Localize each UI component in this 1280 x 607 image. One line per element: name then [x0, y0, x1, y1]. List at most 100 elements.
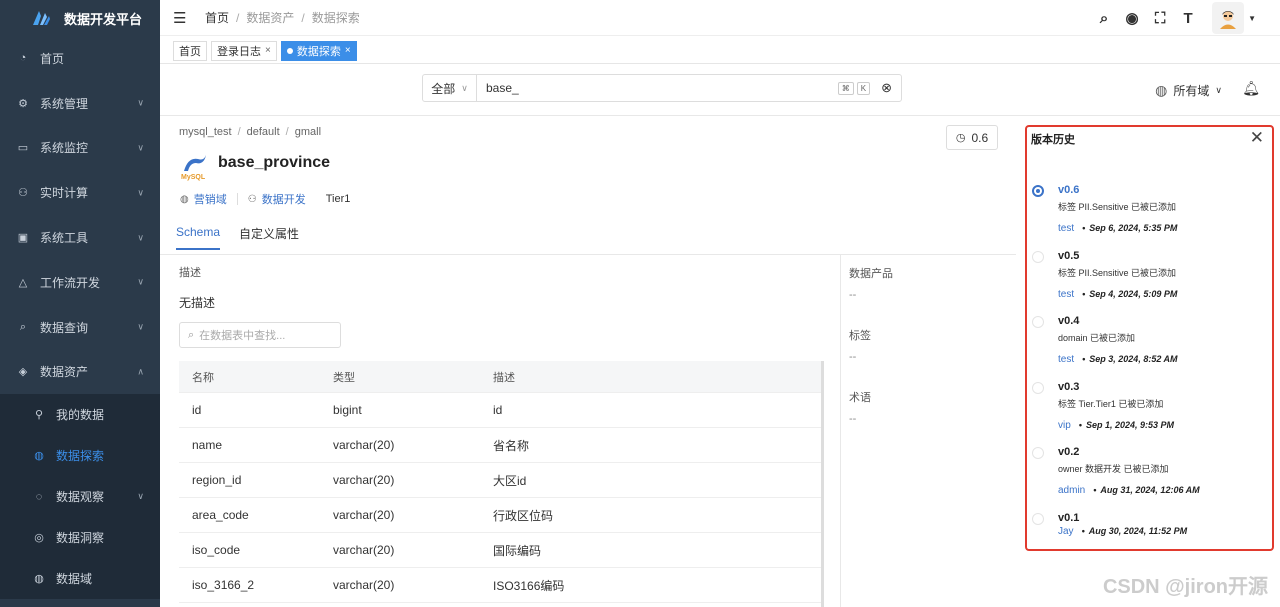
search-icon: ⌕	[188, 328, 195, 341]
sidebar-subitem[interactable]: ◍ 数据探索	[0, 435, 160, 476]
sidebar-subitem-label: 数据域	[56, 572, 93, 587]
path-item[interactable]: default	[247, 126, 280, 138]
version-user[interactable]: test Sep 6, 2024, 5:35 PM	[1058, 223, 1177, 234]
sidebar-item-label: 系统监控	[40, 141, 89, 156]
app-logo[interactable]: 数据开发平台	[0, 0, 160, 36]
version-date: Aug 30, 2024, 11:52 PM	[1082, 526, 1188, 536]
path-item[interactable]: mysql_test	[179, 126, 232, 138]
version-user[interactable]: Jay Aug 30, 2024, 11:52 PM	[1058, 526, 1187, 537]
page-tab[interactable]: 数据探索 ×	[280, 40, 357, 61]
side-meta-label: 术语	[849, 392, 871, 404]
sidebar-subitem-label: 数据洞察	[56, 531, 105, 546]
sidebar-item[interactable]: △ 工作流开发 ∨	[0, 260, 160, 305]
sidebar-item[interactable]: ⌕ 数据查询 ∨	[0, 305, 160, 350]
table-row[interactable]: area_code varchar(20) 行政区位码	[179, 498, 821, 533]
panel-title: 版本历史	[1031, 134, 1075, 146]
breadcrumb-item[interactable]: 数据资产	[246, 9, 294, 26]
path-separator: /	[285, 126, 289, 138]
page-tab[interactable]: 首页	[173, 40, 207, 61]
description-label: 描述	[179, 267, 201, 279]
version-entry[interactable]: v0.4 domain 已被已添加 test Sep 3, 2024, 8:52 AM	[1027, 313, 1272, 379]
close-icon[interactable]: ✕	[1250, 128, 1264, 148]
close-icon[interactable]: ×	[345, 45, 351, 56]
observe-icon: ◌	[35, 490, 43, 503]
app-title: 数据开发平台	[64, 11, 143, 27]
search-scope-select[interactable]: 全部 ∨	[423, 75, 477, 101]
header-actions: ⌕ ◉ ⛶ T ▼	[1086, 0, 1256, 36]
menu-toggle-icon[interactable]: ☰	[173, 9, 191, 27]
version-date: Sep 6, 2024, 5:35 PM	[1082, 223, 1177, 233]
version-number: v0.6	[1058, 184, 1080, 196]
sidebar-item[interactable]: ⚇ 实时计算 ∨	[0, 170, 160, 215]
search-input[interactable]: base_	[477, 81, 838, 95]
table-row[interactable]: id bigint id	[179, 393, 821, 428]
table-row[interactable]: region_id varchar(20) 大区id	[179, 463, 821, 498]
version-entry[interactable]: v0.5 标签 PII.Sensitive 已被已添加 test Sep 4, 202…	[1027, 248, 1272, 314]
breadcrumb-separator: /	[301, 10, 305, 25]
avatar-dropdown-icon[interactable]: ▼	[1248, 14, 1256, 23]
version-entry[interactable]: v0.6 标签 PII.Sensitive 已被已添加 test Sep 6, 202…	[1027, 182, 1272, 248]
search-bar-area: 全部 ∨ base_ ⌘ K ⊗ ◍ 所有域 ∨ 🔔︎	[160, 64, 1280, 116]
version-entry[interactable]: v0.2 owner 数据开发 已被已添加 admin Aug 31, 2024, 1…	[1027, 444, 1272, 510]
version-user[interactable]: test Sep 3, 2024, 8:52 AM	[1058, 354, 1178, 365]
version-user[interactable]: vip Sep 1, 2024, 9:53 PM	[1058, 420, 1174, 431]
version-number: v0.2	[1058, 446, 1080, 458]
bell-icon[interactable]: 🔔︎	[1242, 80, 1260, 97]
chevron-down-icon: ∨	[137, 276, 144, 287]
table-owner[interactable]: ⚇ 数据开发	[248, 191, 306, 207]
description-value: 无描述	[179, 296, 216, 310]
table-domain[interactable]: ◍ 营销域	[180, 191, 227, 207]
version-description: owner 数据开发 已被已添加	[1058, 464, 1169, 474]
sidebar-item[interactable]: ⚙ 系统管理 ∨	[0, 81, 160, 126]
version-radio[interactable]	[1032, 512, 1044, 525]
fullscreen-icon[interactable]: ⛶	[1150, 10, 1170, 27]
font-size-icon[interactable]: T	[1178, 10, 1198, 27]
tab-custom-properties[interactable]: 自定义属性	[239, 225, 299, 250]
path-item[interactable]: gmall	[295, 126, 321, 138]
domain-select[interactable]: ◍ 所有域 ∨	[1155, 82, 1222, 99]
version-radio[interactable]	[1032, 250, 1044, 263]
table-meta: ◍ 营销域 ⚇ 数据开发 Tier1	[180, 191, 350, 207]
table-row[interactable]: iso_code varchar(20) 国际编码	[179, 533, 821, 568]
github-icon[interactable]: ◉	[1122, 9, 1142, 27]
page-tab[interactable]: 登录日志 ×	[211, 40, 277, 61]
column-name: iso_3166_2	[192, 578, 255, 592]
version-entry[interactable]: v0.3 标签 Tier.Tier1 已被已添加 vip Sep 1, 2024, 9…	[1027, 379, 1272, 445]
version-radio[interactable]	[1032, 447, 1044, 459]
sidebar-subitem[interactable]: ◎ 数据洞察	[0, 517, 160, 558]
sidebar-subitem[interactable]: ◍ 数据域	[0, 558, 160, 599]
version-radio[interactable]	[1032, 381, 1044, 394]
column-type: varchar(20)	[333, 543, 395, 557]
version-history-button[interactable]: ◷ 0.6	[946, 125, 998, 150]
clear-icon[interactable]: ⊗	[881, 80, 892, 96]
sidebar-item[interactable]: ▭ 系统监控 ∨	[0, 126, 160, 171]
column-search-input[interactable]: ⌕ 在数据表中查找...	[179, 322, 341, 348]
sidebar-subitem[interactable]: ◌ 数据观察 ∨	[0, 476, 160, 517]
close-icon[interactable]: ×	[265, 45, 271, 56]
version-radio[interactable]	[1032, 316, 1044, 328]
sidebar-item[interactable]: ◔ 首页	[0, 36, 160, 81]
sidebar-item-label: 数据查询	[40, 320, 89, 335]
version-user[interactable]: test Sep 4, 2024, 5:09 PM	[1058, 289, 1177, 300]
scrollbar[interactable]	[821, 361, 824, 607]
side-meta-value: --	[849, 351, 857, 363]
tab-schema[interactable]: Schema	[176, 225, 221, 250]
search-icon[interactable]: ⌕	[1094, 10, 1114, 27]
breadcrumb-item[interactable]: 首页	[205, 9, 229, 26]
table-row[interactable]: name varchar(20) 省名称	[179, 428, 821, 463]
sidebar-item[interactable]: ◈ 数据资产 ∧	[0, 350, 160, 395]
version-date: Aug 31, 2024, 12:06 AM	[1093, 485, 1199, 495]
chevron-down-icon: ∨	[137, 232, 144, 243]
page-tab-label: 首页	[179, 45, 201, 58]
domain-icon: ◍	[34, 573, 44, 586]
version-entry[interactable]: v0.1Jay Aug 30, 2024, 11:52 PM	[1027, 510, 1272, 576]
table-row[interactable]: iso_3166_2 varchar(20) ISO3166编码	[179, 568, 821, 603]
version-radio[interactable]	[1032, 185, 1044, 197]
avatar[interactable]	[1212, 2, 1245, 34]
sidebar-subitem-label: 数据观察	[56, 490, 105, 505]
sidebar-subitem[interactable]: ⚲ 我的数据	[0, 394, 160, 435]
version-user[interactable]: admin Aug 31, 2024, 12:06 AM	[1058, 485, 1200, 496]
table-header-row: 名称 类型 描述	[179, 361, 821, 393]
sidebar-item[interactable]: ▣ 系统工具 ∨	[0, 215, 160, 260]
page-tabs: 首页 登录日志 × 数据探索 ×	[160, 38, 1280, 64]
